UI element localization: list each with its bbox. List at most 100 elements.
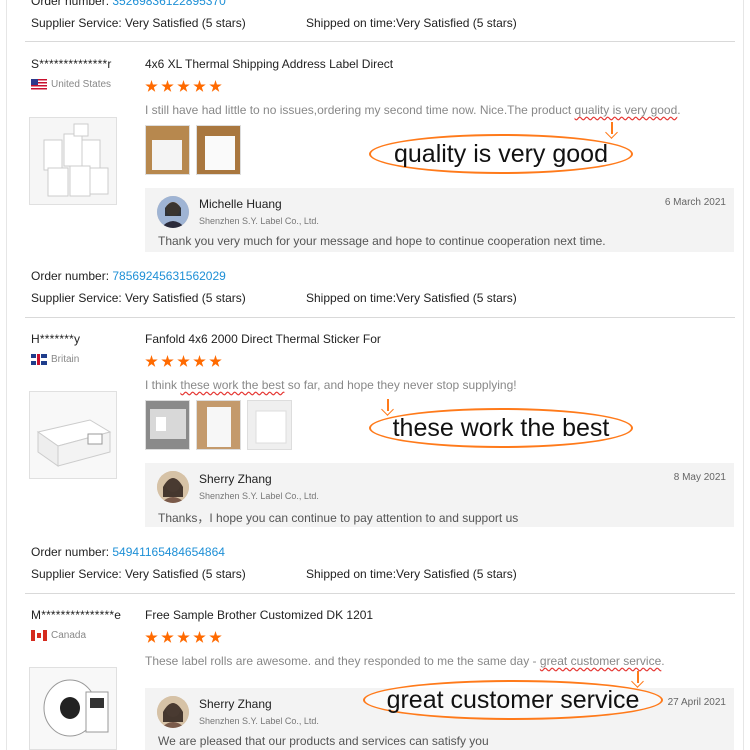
star-icon bbox=[177, 80, 190, 92]
highlight-callout: great customer service bbox=[363, 680, 663, 720]
star-icon bbox=[193, 80, 206, 92]
star-icon bbox=[145, 631, 158, 643]
supplier-service-rating: Supplier Service: Very Satisfied (5 star… bbox=[31, 567, 246, 581]
product-thumbnail[interactable] bbox=[29, 667, 117, 750]
review-photo[interactable] bbox=[145, 125, 190, 175]
star-rating bbox=[145, 631, 222, 644]
review-text-highlight: these work the best bbox=[180, 378, 285, 392]
order-number-link[interactable]: 35269836122895370 bbox=[112, 0, 225, 8]
review-text-part: I still have had little to no issues,ord… bbox=[145, 103, 575, 117]
buyer-name: S**************r bbox=[31, 57, 112, 71]
avatar bbox=[157, 696, 189, 728]
shipped-on-time-rating: Shipped on time:Very Satisfied (5 stars) bbox=[306, 16, 517, 30]
star-icon bbox=[145, 80, 158, 92]
service-rating-row: Supplier Service: Very Satisfied (5 star… bbox=[31, 291, 517, 305]
review-photo[interactable] bbox=[196, 125, 241, 175]
review-text-part: so far, and hope they never stop supplyi… bbox=[284, 378, 517, 392]
highlight-callout: these work the best bbox=[369, 408, 633, 448]
reply-author: Sherry Zhang bbox=[199, 697, 272, 711]
avatar bbox=[157, 471, 189, 503]
star-rating bbox=[145, 80, 222, 93]
review-text-highlight: great customer service bbox=[539, 654, 662, 668]
reply-company: Shenzhen S.Y. Label Co., Ltd. bbox=[199, 716, 319, 726]
order-number-label: Order number: bbox=[31, 269, 110, 283]
arrow-down-icon bbox=[382, 399, 394, 413]
review-photo[interactable] bbox=[145, 400, 190, 450]
order-number-row: Order number: 78569245631562029 bbox=[31, 269, 226, 283]
reply-text: We are pleased that our products and ser… bbox=[158, 734, 489, 748]
shipped-on-time-rating: Shipped on time:Very Satisfied (5 stars) bbox=[306, 567, 517, 581]
reply-author: Sherry Zhang bbox=[199, 472, 272, 486]
product-title[interactable]: Free Sample Brother Customized DK 1201 bbox=[145, 608, 373, 622]
order-number-row: Order number: 35269836122895370 bbox=[31, 0, 226, 8]
country-label: Canada bbox=[51, 630, 87, 641]
order-number-link[interactable]: 54941165484654864 bbox=[112, 545, 225, 559]
star-icon bbox=[209, 80, 222, 92]
buyer-name: M***************e bbox=[31, 608, 122, 622]
reply-date: 8 May 2021 bbox=[673, 472, 726, 483]
star-icon bbox=[209, 631, 222, 643]
buyer-country: United States bbox=[31, 79, 111, 90]
review-text-part: I think bbox=[145, 378, 181, 392]
review-text: I still have had little to no issues,ord… bbox=[145, 103, 681, 117]
supplier-service-rating: Supplier Service: Very Satisfied (5 star… bbox=[31, 16, 246, 30]
supplier-service-rating: Supplier Service: Very Satisfied (5 star… bbox=[31, 291, 246, 305]
canada-flag-icon bbox=[31, 630, 47, 641]
star-icon bbox=[193, 355, 206, 367]
us-flag-icon bbox=[31, 79, 47, 90]
review-text-part: . bbox=[677, 103, 681, 117]
arrow-down-icon bbox=[606, 122, 618, 136]
review-photo[interactable] bbox=[247, 400, 292, 450]
shipped-on-time-rating: Shipped on time:Very Satisfied (5 stars) bbox=[306, 291, 517, 305]
uk-flag-icon bbox=[31, 354, 47, 365]
service-rating-row: Supplier Service: Very Satisfied (5 star… bbox=[31, 16, 517, 30]
divider bbox=[25, 41, 735, 42]
review-photo[interactable] bbox=[196, 400, 241, 450]
star-rating bbox=[145, 355, 222, 368]
star-icon bbox=[145, 355, 158, 367]
reply-company: Shenzhen S.Y. Label Co., Ltd. bbox=[199, 491, 319, 501]
product-thumbnail[interactable] bbox=[29, 117, 117, 205]
star-icon bbox=[209, 355, 222, 367]
avatar bbox=[157, 196, 189, 228]
review-text-highlight: quality is very good bbox=[574, 103, 678, 117]
order-number-label: Order number: bbox=[31, 545, 110, 559]
product-title[interactable]: Fanfold 4x6 2000 Direct Thermal Sticker … bbox=[145, 332, 381, 346]
order-number-row: Order number: 54941165484654864 bbox=[31, 545, 225, 559]
buyer-name: H*******y bbox=[31, 332, 81, 346]
reply-date: 6 March 2021 bbox=[664, 197, 726, 208]
seller-reply: Sherry Zhang Shenzhen S.Y. Label Co., Lt… bbox=[145, 463, 734, 527]
reply-text: Thank you very much for your message and… bbox=[158, 234, 606, 248]
star-icon bbox=[193, 631, 206, 643]
reply-author: Michelle Huang bbox=[199, 197, 282, 211]
reply-date: 27 April 2021 bbox=[667, 697, 726, 708]
order-number-link[interactable]: 78569245631562029 bbox=[112, 269, 225, 283]
star-icon bbox=[161, 80, 174, 92]
arrow-down-icon bbox=[632, 671, 644, 685]
country-label: Britain bbox=[51, 354, 80, 365]
service-rating-row: Supplier Service: Very Satisfied (5 star… bbox=[31, 567, 517, 581]
reviews-page: Order number: 35269836122895370 Supplier… bbox=[6, 0, 744, 750]
country-label: United States bbox=[51, 79, 112, 90]
star-icon bbox=[177, 631, 190, 643]
reply-company: Shenzhen S.Y. Label Co., Ltd. bbox=[199, 216, 319, 226]
review-text-part: . bbox=[661, 654, 665, 668]
review-text: I think these work the best so far, and … bbox=[145, 378, 517, 392]
divider bbox=[25, 317, 735, 318]
divider bbox=[25, 593, 735, 594]
product-thumbnail[interactable] bbox=[29, 391, 117, 479]
review-photos bbox=[145, 400, 292, 450]
star-icon bbox=[161, 355, 174, 367]
product-title[interactable]: 4x6 XL Thermal Shipping Address Label Di… bbox=[145, 57, 393, 71]
reply-text: Thanks，I hope you can continue to pay at… bbox=[158, 511, 519, 525]
review-photos bbox=[145, 125, 241, 175]
buyer-country: Britain bbox=[31, 354, 79, 365]
buyer-country: Canada bbox=[31, 630, 86, 641]
star-icon bbox=[161, 631, 174, 643]
review-text-part: These label rolls are awesome. and they … bbox=[145, 654, 540, 668]
star-icon bbox=[177, 355, 190, 367]
seller-reply: Michelle Huang Shenzhen S.Y. Label Co., … bbox=[145, 188, 734, 252]
review-text: These label rolls are awesome. and they … bbox=[145, 654, 665, 668]
highlight-callout: quality is very good bbox=[369, 134, 633, 174]
order-number-label: Order number: bbox=[31, 0, 110, 8]
